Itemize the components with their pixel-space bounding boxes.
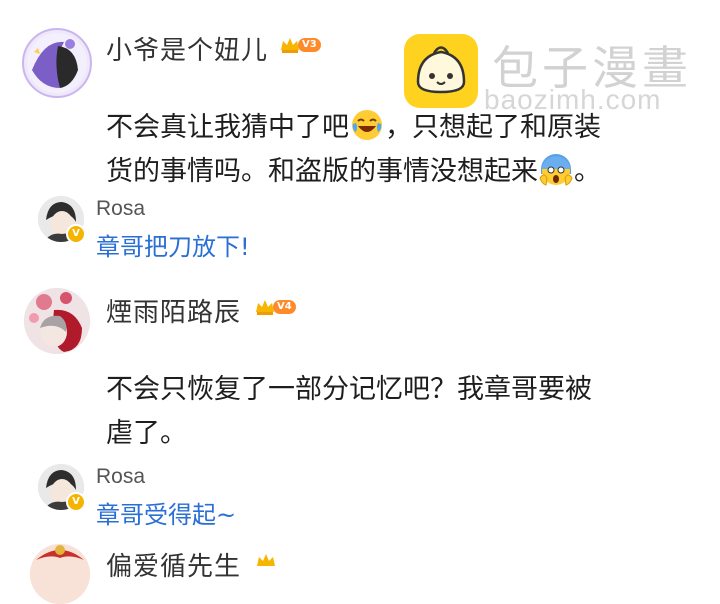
crown-icon [281, 38, 299, 53]
avatar[interactable] [30, 544, 90, 604]
reply-author[interactable]: Rosa [96, 197, 145, 221]
avatar[interactable] [24, 288, 90, 354]
avatar[interactable] [22, 28, 92, 98]
crown-icon [257, 554, 275, 566]
comment-text-line2-rest: 。 [574, 156, 601, 187]
reply-text: 章哥受得起~ [96, 501, 237, 529]
comment-text-line2: 虐了。 [106, 418, 187, 449]
comment-text-line1: 不会只恢复了一部分记忆吧？我章哥要被 [106, 374, 592, 405]
verified-v-icon: V [66, 224, 86, 244]
comment-username[interactable]: 小爷是个妞儿 [106, 30, 268, 67]
comment-username[interactable]: 煙雨陌路辰 [106, 292, 241, 329]
comment-username[interactable]: 偏爱循先生 [106, 546, 241, 583]
baozi-logo-icon [404, 34, 478, 108]
comment-text: 不会真让我猜中了吧 ，只想起了和原装 货的事情吗。和盗版的事情没想起来 。 [106, 106, 601, 194]
level-badge: V3 [280, 37, 321, 53]
comment-text: 不会只恢复了一部分记忆吧？我章哥要被 虐了。 [106, 368, 592, 456]
level-label: V3 [298, 38, 321, 52]
comment-text-line1: 不会真让我猜中了吧 [106, 112, 349, 143]
screaming-fear-emoji [539, 154, 573, 186]
comment-text-line1-rest: ，只想起了和原装 [385, 112, 601, 143]
reply-text: 章哥把刀放下! [96, 233, 250, 261]
level-badge [256, 553, 276, 569]
comment-text-line2: 货的事情吗。和盗版的事情没想起来 [106, 156, 538, 187]
level-badge: V4 [255, 299, 296, 315]
level-label: V4 [273, 300, 296, 314]
crown-icon [256, 300, 274, 315]
reply-author[interactable]: Rosa [96, 465, 145, 489]
verified-v-icon: V [66, 492, 86, 512]
laughing-tears-emoji [352, 110, 382, 140]
